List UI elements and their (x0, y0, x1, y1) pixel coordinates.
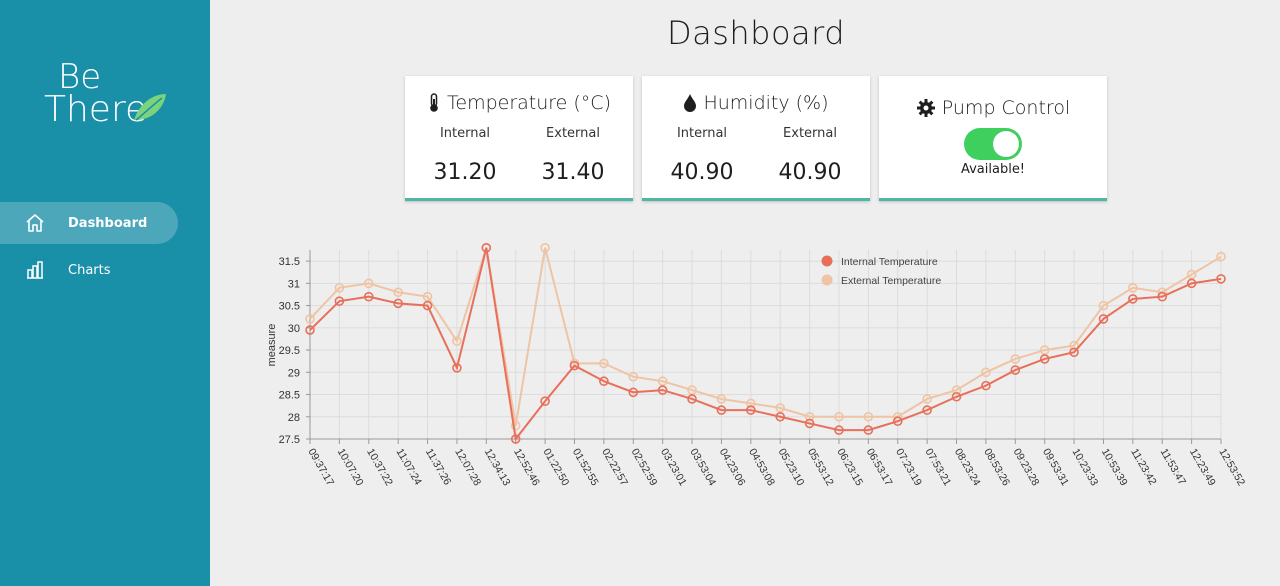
toggle-knob (993, 131, 1019, 157)
x-tick-label: 08:53:26 (981, 447, 1012, 489)
x-tick-label: 11:07:24 (394, 447, 425, 488)
external-label: External (546, 126, 600, 141)
sidebar-item-label: Dashboard (68, 215, 148, 231)
pump-card-header: Pump Control (879, 97, 1107, 119)
external-label: External (783, 126, 837, 141)
y-tick-label: 27.5 (279, 434, 300, 446)
x-tick-label: 06:23:15 (834, 447, 865, 489)
x-tick-label: 09:53:31 (1040, 447, 1071, 489)
humidity-card-header: Humidity (%) (642, 92, 870, 114)
x-tick-label: 06:53:17 (864, 447, 895, 489)
x-tick-label: 12:07:28 (452, 447, 483, 489)
sidebar-item-charts[interactable]: Charts (0, 249, 178, 291)
x-tick-label: 10:07:20 (335, 447, 366, 489)
x-tick-label: 11:23:42 (1128, 447, 1159, 488)
temperature-card-title: Temperature (°C) (447, 92, 611, 114)
humidity-card-title: Humidity (%) (703, 92, 829, 114)
internal-label: Internal (676, 126, 728, 141)
chart-legend: Internal Temperature External Temperature (821, 255, 941, 287)
temperature-card: Temperature (°C) Internal External 31.20… (405, 76, 633, 201)
page-title: Dashboard (666, 14, 846, 52)
x-tick-label: 10:37:22 (364, 447, 395, 489)
x-tick-label: 07:53:21 (923, 447, 954, 489)
x-tick-label: 02:22:57 (599, 447, 630, 489)
thermometer-icon (427, 93, 441, 113)
x-tick-label: 12:52:46 (511, 447, 542, 489)
y-tick-label: 30 (288, 323, 300, 335)
x-tick-label: 05:53:12 (805, 447, 836, 489)
x-tick-label: 09:37:17 (305, 447, 336, 489)
x-tick-label: 10:23:33 (1069, 447, 1100, 489)
legend-label: External Temperature (841, 275, 941, 287)
temperature-card-header: Temperature (°C) (405, 92, 633, 114)
gear-icon (916, 98, 936, 118)
sidebar: Be There Dashboard Charts (0, 0, 210, 586)
chart-axes: 27.5 28 28.5 29 29.5 30 30.5 31 31.5 09:37:1710:0… (279, 250, 1247, 489)
y-tick-label: 28 (288, 412, 300, 424)
home-icon (24, 212, 46, 234)
x-tick-label: 12:34:13 (482, 447, 513, 489)
humidity-card: Humidity (%) Internal External 40.90 40.… (642, 76, 870, 201)
y-tick-label: 29 (288, 367, 300, 379)
x-tick-label: 01:22:50 (540, 447, 571, 489)
sidebar-item-dashboard[interactable]: Dashboard (0, 202, 178, 244)
x-tick-label: 09:23:28 (1011, 447, 1042, 489)
sidebar-item-label: Charts (68, 262, 111, 278)
y-tick-label: 28.5 (279, 390, 300, 402)
legend-swatch (821, 274, 833, 286)
pump-status: Available! (960, 162, 1026, 177)
x-tick-label: 12:53:52 (1216, 447, 1247, 489)
pump-control-card: Pump Control Available! (879, 76, 1107, 201)
x-tick-label: 04:53:08 (746, 447, 777, 489)
x-tick-label: 12:23:49 (1187, 447, 1218, 489)
x-tick-label: 04:23:06 (717, 447, 748, 489)
y-tick-label: 29.5 (279, 345, 300, 357)
pump-card-title: Pump Control (941, 97, 1071, 119)
pump-toggle[interactable] (964, 128, 1022, 160)
internal-label: Internal (439, 126, 491, 141)
legend-swatch (821, 255, 833, 267)
leaf-icon (134, 94, 166, 121)
x-tick-label: 07:23:19 (893, 447, 924, 489)
x-tick-label: 11:37:26 (423, 447, 454, 488)
bar-chart-icon (24, 259, 46, 281)
y-axis-label: measure (266, 324, 278, 367)
y-tick-label: 31 (288, 278, 300, 290)
x-tick-label: 11:53:47 (1158, 447, 1189, 488)
internal-temperature-line (309, 247, 1222, 442)
external-humidity-value: 40.90 (778, 160, 842, 185)
droplet-icon (683, 93, 697, 113)
x-tick-label: 05:23:10 (776, 447, 807, 489)
x-tick-label: 03:23:01 (658, 447, 689, 489)
internal-humidity-value: 40.90 (670, 160, 734, 185)
be-there-logo[interactable]: Be There (40, 60, 170, 140)
y-tick-label: 30.5 (279, 301, 300, 313)
internal-temperature-value: 31.20 (433, 160, 497, 185)
x-tick-label: 08:23:24 (952, 447, 983, 489)
temperature-line-chart: 27.5 28 28.5 29 29.5 30 30.5 31 31.5 09:37:1710:0… (266, 242, 1247, 489)
x-tick-label: 01:52:55 (570, 447, 601, 489)
y-tick-label: 31.5 (279, 256, 300, 268)
external-temperature-line (309, 247, 1222, 426)
chart-series (305, 242, 1226, 444)
external-temperature-value: 31.40 (541, 160, 605, 185)
legend-label: Internal Temperature (841, 256, 938, 268)
x-tick-label: 02:52:59 (629, 447, 660, 489)
x-tick-label: 03:53:04 (687, 447, 718, 489)
x-tick-label: 10:53:39 (1099, 447, 1130, 489)
